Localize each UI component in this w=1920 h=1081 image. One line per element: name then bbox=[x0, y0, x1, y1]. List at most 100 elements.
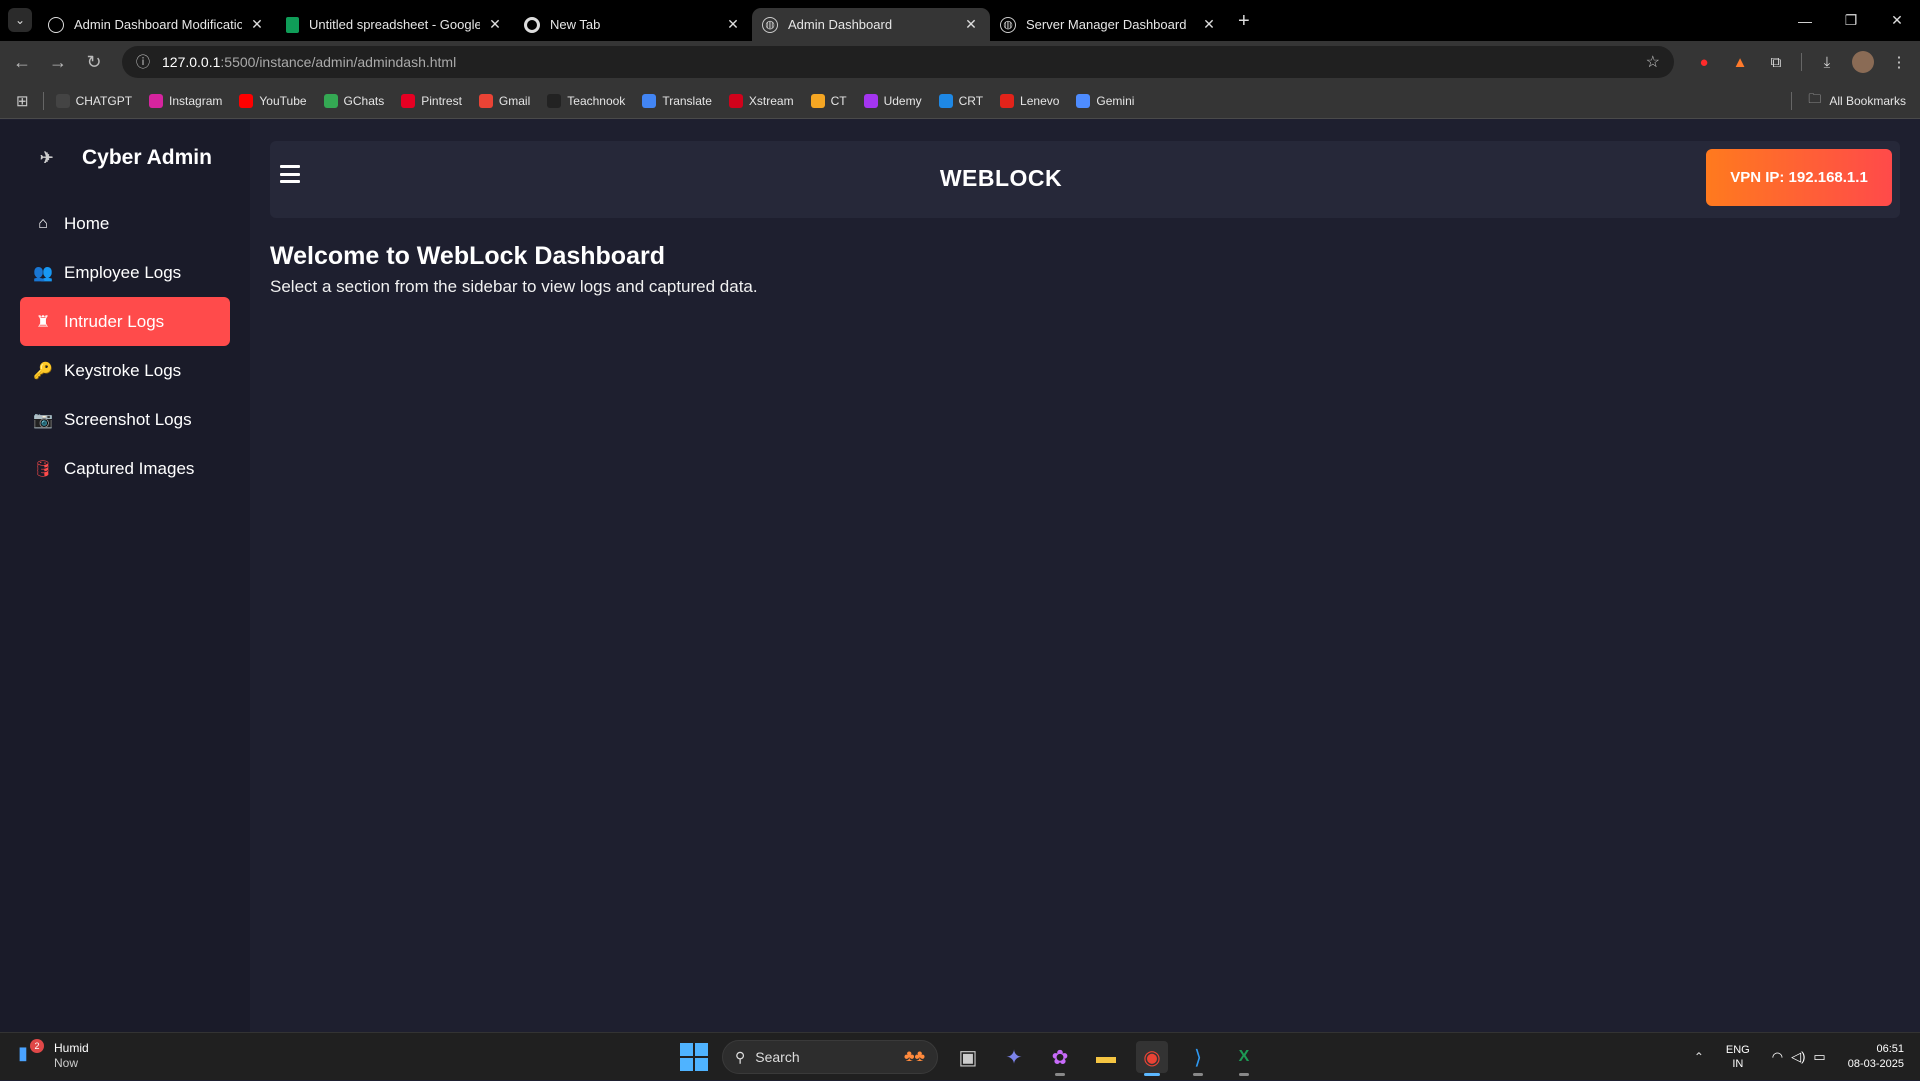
chrome-taskbar-icon[interactable]: ◉ bbox=[1136, 1041, 1168, 1076]
apps-grid-icon[interactable]: ⊞ bbox=[16, 92, 29, 110]
sidebar-item-intruder-logs[interactable]: ♜ Intruder Logs bbox=[20, 297, 230, 346]
bookmark-label: Pintrest bbox=[421, 93, 462, 108]
sidebar-item-label: Keystroke Logs bbox=[64, 360, 182, 380]
excel-icon[interactable]: X bbox=[1228, 1041, 1260, 1076]
sidebar-item-employee-logs[interactable]: 👥 Employee Logs bbox=[20, 248, 230, 297]
bookmark-item[interactable]: CRT bbox=[938, 93, 984, 108]
system-tray: ⌃ ENG IN ◠ ◁) ▭ 06:51 08-03-2025 bbox=[1694, 1033, 1920, 1081]
windows-start-icon[interactable] bbox=[680, 1043, 708, 1071]
language-indicator[interactable]: ENG IN bbox=[1726, 1043, 1750, 1071]
all-bookmarks-button[interactable]: 🗀 All Bookmarks bbox=[1791, 83, 1906, 119]
bookmark-item[interactable]: Lenevo bbox=[1000, 93, 1059, 108]
bookmarks-bar: ⊞ CHATGPT Instagram YouTube GChats Pintrest G… bbox=[0, 83, 1920, 119]
folder-icon: 🗀 bbox=[1808, 91, 1822, 106]
bookmark-favicon-icon bbox=[1076, 93, 1091, 108]
users-icon: 👥 bbox=[33, 264, 53, 282]
tab-title: Untitled spreadsheet - Google Sheets bbox=[309, 17, 480, 32]
sidebar-item-keystroke-logs[interactable]: 🔑 Keystroke Logs bbox=[20, 346, 230, 395]
sidebar-item-label: Intruder Logs bbox=[64, 311, 165, 331]
task-view-icon[interactable]: ▣ bbox=[952, 1041, 984, 1073]
file-explorer-icon[interactable]: ▬ bbox=[1090, 1041, 1122, 1073]
vscode-icon[interactable]: ⟩ bbox=[1182, 1041, 1214, 1076]
download-icon[interactable]: ⤓ bbox=[1816, 51, 1838, 73]
search-icon: ⚲ bbox=[735, 1048, 746, 1065]
bookmark-label: Udemy bbox=[883, 93, 922, 108]
bookmark-favicon-icon bbox=[642, 93, 657, 108]
more-menu-icon[interactable]: ⋮ bbox=[1888, 51, 1910, 73]
extension-red-icon[interactable]: ● bbox=[1693, 51, 1715, 73]
bookmark-item[interactable]: Pintrest bbox=[401, 93, 462, 108]
quick-settings[interactable]: ◠ ◁) ▭ bbox=[1772, 1049, 1826, 1065]
bookmark-item[interactable]: CT bbox=[810, 93, 847, 108]
lang-bottom: IN bbox=[1732, 1058, 1744, 1070]
minimize-icon[interactable]: — bbox=[1782, 0, 1828, 41]
extension-fox-icon[interactable]: ▲ bbox=[1729, 51, 1751, 73]
close-icon[interactable]: ✕ bbox=[962, 16, 980, 33]
copilot-icon[interactable]: ✿ bbox=[1044, 1041, 1076, 1076]
wifi-icon: ◠ bbox=[1771, 1049, 1784, 1064]
all-bookmarks-label: All Bookmarks bbox=[1829, 94, 1906, 108]
home-icon: ⌂ bbox=[38, 214, 48, 232]
bookmark-star-icon[interactable]: ☆ bbox=[1646, 52, 1660, 72]
close-icon[interactable]: ✕ bbox=[724, 16, 742, 33]
taskbar-apps: ⚲ Search ♣♣ ▣ ✦ ✿ ▬ ◉ ⟩ X bbox=[680, 1039, 1260, 1076]
welcome-subtext: Select a section from the sidebar to vie… bbox=[270, 277, 758, 296]
forward-icon[interactable]: → bbox=[40, 44, 76, 80]
weather-title: Humid bbox=[54, 1041, 89, 1055]
back-icon[interactable]: ← bbox=[4, 44, 40, 80]
vpn-ip-badge[interactable]: VPN IP: 192.168.1.1 bbox=[1706, 149, 1892, 206]
bookmark-label: Gmail bbox=[498, 93, 531, 108]
tab-untitled-spreadsheet[interactable]: Untitled spreadsheet - Google Sheets ✕ bbox=[276, 8, 514, 41]
bookmark-item[interactable]: CHATGPT bbox=[55, 93, 132, 108]
chrome-icon bbox=[524, 16, 540, 33]
close-icon[interactable]: ✕ bbox=[248, 16, 266, 33]
bookmark-label: Xstream bbox=[748, 93, 794, 108]
address-bar[interactable]: ⓘ 127.0.0.1:5500/instance/admin/admindas… bbox=[122, 46, 1674, 78]
tab-title: Admin Dashboard bbox=[788, 17, 893, 32]
bookmark-item[interactable]: Xstream bbox=[728, 93, 794, 108]
tab-admin-dashboard-modification[interactable]: Admin Dashboard Modification ✕ bbox=[38, 8, 276, 41]
close-window-icon[interactable]: ✕ bbox=[1874, 0, 1920, 41]
bookmark-item[interactable]: Instagram bbox=[149, 93, 222, 108]
tab-server-manager-dashboard[interactable]: ◍ Server Manager Dashboard ✕ bbox=[990, 8, 1228, 41]
clock[interactable]: 06:51 08-03-2025 bbox=[1848, 1042, 1904, 1072]
site-info-icon[interactable]: ⓘ bbox=[136, 52, 150, 72]
sidebar-item-home[interactable]: ⌂ Home bbox=[20, 199, 230, 248]
brand: ✈ Cyber Admin bbox=[40, 146, 212, 170]
sidebar: ✈ Cyber Admin ⌂ Home 👥 Employee Logs ♜ Intrud… bbox=[0, 120, 250, 1032]
close-icon[interactable]: ✕ bbox=[1200, 16, 1218, 33]
top-header: WEBLOCK VPN IP: 192.168.1.1 bbox=[270, 141, 1900, 218]
new-tab-button[interactable]: + bbox=[1238, 10, 1250, 41]
bookmark-label: CT bbox=[830, 93, 847, 108]
sidebar-item-screenshot-logs[interactable]: 📷 Screenshot Logs bbox=[20, 395, 230, 444]
url-path: :5500/instance/admin/admindash.html bbox=[220, 54, 457, 70]
restore-icon[interactable]: ❐ bbox=[1828, 0, 1874, 41]
reload-icon[interactable]: ↻ bbox=[76, 44, 112, 80]
profile-avatar[interactable] bbox=[1852, 51, 1874, 73]
tab-admin-dashboard[interactable]: ◍ Admin Dashboard ✕ bbox=[752, 8, 990, 41]
bookmark-item[interactable]: Translate bbox=[642, 93, 712, 108]
bookmark-item[interactable]: Udemy bbox=[863, 93, 922, 108]
close-icon[interactable]: ✕ bbox=[486, 16, 504, 33]
volume-icon: ◁) bbox=[1791, 1049, 1806, 1064]
tab-new-tab[interactable]: New Tab ✕ bbox=[514, 8, 752, 41]
extensions-puzzle-icon[interactable]: ⧉ bbox=[1765, 51, 1787, 73]
bookmark-favicon-icon bbox=[239, 93, 254, 108]
chevron-up-icon[interactable]: ⌃ bbox=[1694, 1050, 1704, 1064]
bookmark-item[interactable]: YouTube bbox=[239, 93, 307, 108]
bookmark-item[interactable]: Gemini bbox=[1076, 93, 1134, 108]
bookmark-item[interactable]: Teachnook bbox=[547, 93, 625, 108]
tab-title: New Tab bbox=[550, 17, 601, 32]
weather-widget[interactable]: ▮ 2 Humid Now bbox=[18, 1039, 89, 1071]
tab-list: Admin Dashboard Modification ✕ Untitled … bbox=[38, 4, 1250, 41]
toolbar-divider bbox=[1801, 53, 1802, 71]
tab-title: Server Manager Dashboard bbox=[1026, 17, 1187, 32]
tab-search-button[interactable]: ⌄ bbox=[8, 8, 32, 32]
bookmark-label: CRT bbox=[958, 93, 984, 108]
clock-time: 06:51 bbox=[1876, 1043, 1904, 1055]
bookmark-item[interactable]: GChats bbox=[323, 93, 384, 108]
teams-icon[interactable]: ✦ bbox=[998, 1041, 1030, 1073]
taskbar-search[interactable]: ⚲ Search ♣♣ bbox=[722, 1040, 938, 1074]
bookmark-item[interactable]: Gmail bbox=[478, 93, 531, 108]
sidebar-item-captured-images[interactable]: 🛢 Captured Images bbox=[20, 444, 230, 493]
